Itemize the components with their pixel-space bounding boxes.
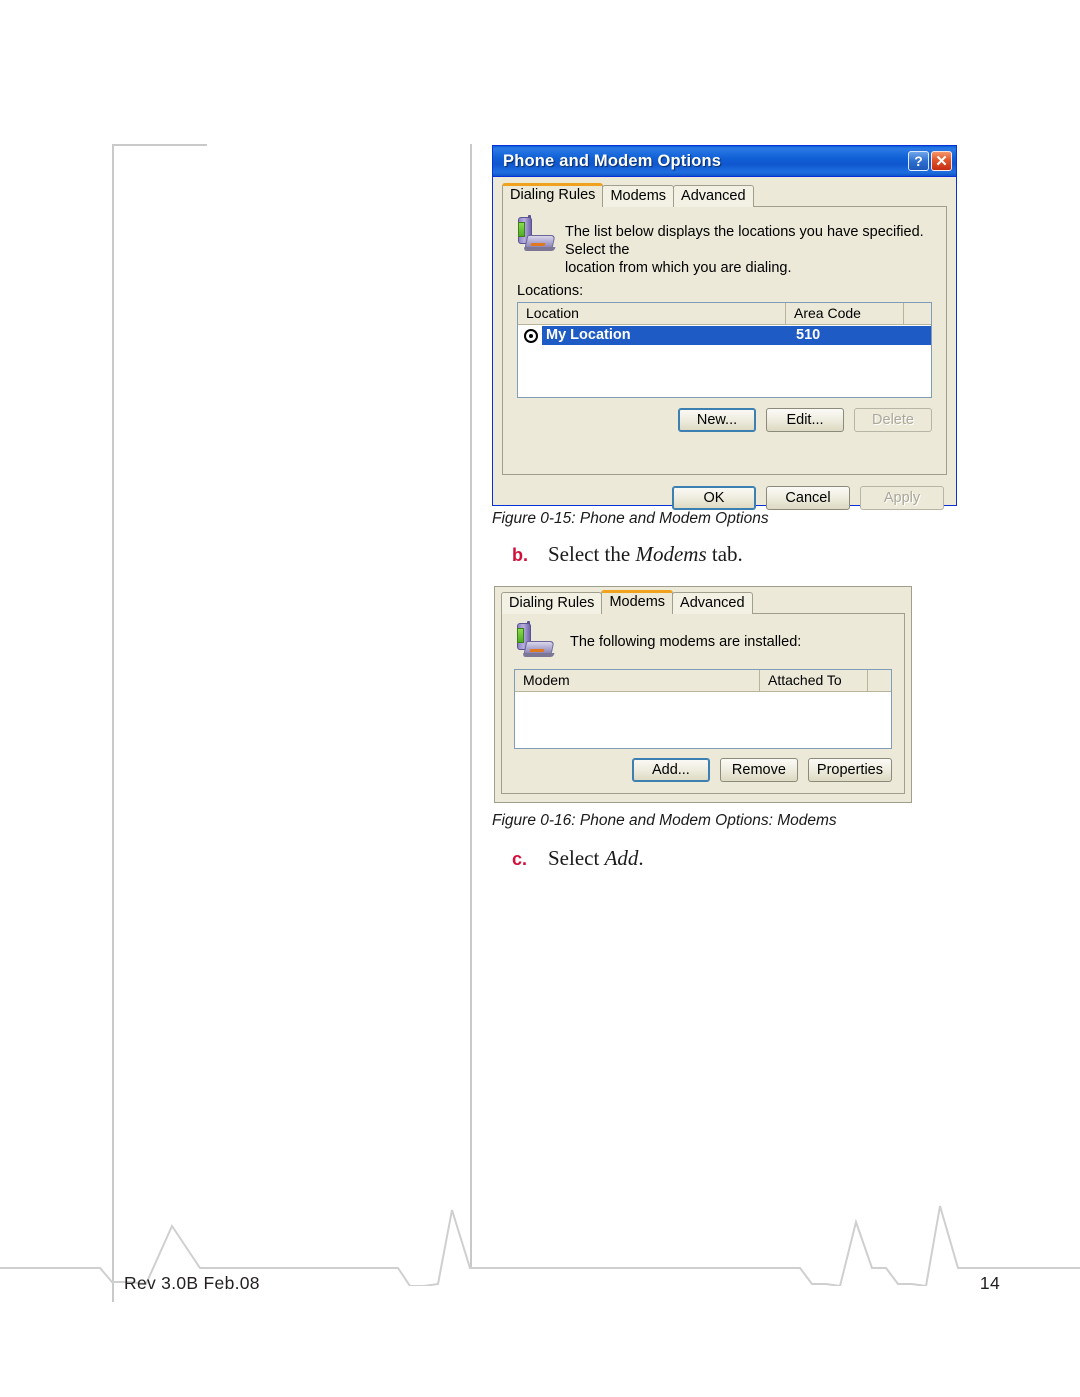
remove-button[interactable]: Remove	[719, 758, 798, 782]
info-text-line-2: location from which you are dialing.	[565, 260, 792, 276]
properties-button[interactable]: Properties	[807, 758, 892, 782]
tab-modems[interactable]: Modems	[602, 185, 675, 207]
modems-list[interactable]: Modem Attached To	[514, 669, 892, 749]
step-b-emphasis: Modems	[635, 542, 707, 566]
locations-label: Locations:	[517, 283, 584, 299]
phone-modem-icon	[515, 215, 556, 255]
locations-list[interactable]: Location Area Code My Location 510	[517, 302, 932, 398]
phone-and-modem-options-dialog[interactable]: Phone and Modem Options ? ✕ Dialing Rule…	[492, 145, 957, 510]
page-frame-top-rule	[112, 144, 207, 146]
tab-modems-2[interactable]: Modems	[601, 590, 674, 614]
phone-modem-icon-2	[514, 621, 555, 661]
delete-button: Delete	[854, 408, 932, 432]
info-text: The list below displays the locations yo…	[555, 217, 934, 277]
modems-list-header: Modem Attached To	[515, 670, 891, 692]
phone-and-modem-options-modems-dialog[interactable]: Dialing Rules Modems Advanced The follow…	[494, 586, 912, 803]
column-header-spacer[interactable]	[904, 303, 931, 324]
step-b-text-before: Select the	[548, 542, 636, 566]
cell-area-code: 510	[796, 327, 821, 343]
location-radio-icon[interactable]	[524, 328, 538, 343]
info-row: The list below displays the locations yo…	[503, 207, 946, 281]
tab-strip: Dialing Rules Modems Advanced	[493, 183, 956, 207]
tab-advanced-2[interactable]: Advanced	[672, 592, 753, 614]
column-header-spacer-2[interactable]	[868, 670, 891, 691]
step-c-text: c. Select Add.	[512, 846, 644, 871]
ok-button[interactable]: OK	[672, 486, 756, 510]
page-frame-left-rule	[112, 144, 114, 1302]
new-button[interactable]: New...	[678, 408, 756, 432]
edit-button[interactable]: Edit...	[766, 408, 844, 432]
close-icon[interactable]: ✕	[931, 151, 952, 171]
step-c-marker: c.	[512, 849, 528, 869]
dialog-title-bar[interactable]: Phone and Modem Options ? ✕	[493, 146, 956, 177]
window-button-group: ? ✕	[908, 151, 952, 171]
table-row-selected[interactable]: My Location 510	[542, 326, 931, 345]
column-header-attached-to[interactable]: Attached To	[760, 670, 868, 691]
tab-dialing-rules[interactable]: Dialing Rules	[502, 183, 604, 207]
step-c-emphasis: Add	[604, 846, 639, 870]
cell-location: My Location	[546, 327, 631, 343]
step-b-text-after: tab.	[706, 542, 743, 566]
figure-caption-0-16: Figure 0-16: Phone and Modem Options: Mo…	[492, 812, 837, 829]
footer-revision: Rev 3.0B Feb.08	[124, 1273, 260, 1293]
tab-dialing-rules-2[interactable]: Dialing Rules	[501, 592, 603, 614]
dialog-title: Phone and Modem Options	[503, 151, 722, 170]
column-header-area-code[interactable]: Area Code	[786, 303, 904, 324]
help-icon-glyph: ?	[914, 153, 923, 169]
info-text-2: The following modems are installed:	[570, 634, 802, 650]
column-header-modem[interactable]: Modem	[515, 670, 760, 691]
info-row-2: The following modems are installed:	[502, 614, 904, 663]
tab-strip-2: Dialing Rules Modems Advanced	[495, 590, 911, 614]
step-b-marker: b.	[512, 545, 528, 565]
figure-caption-0-15: Figure 0-15: Phone and Modem Options	[492, 510, 769, 527]
locations-button-row: New... Edit... Delete	[503, 398, 946, 444]
locations-list-header: Location Area Code	[518, 303, 931, 325]
add-button[interactable]: Add...	[631, 758, 710, 782]
tab-page-modems: The following modems are installed: Mode…	[501, 613, 905, 794]
modems-button-row: Add... Remove Properties	[502, 749, 904, 792]
tab-page-dialing-rules: The list below displays the locations yo…	[502, 206, 947, 475]
help-icon[interactable]: ?	[908, 151, 929, 171]
apply-button: Apply	[860, 486, 944, 510]
info-text-line-1: The list below displays the locations yo…	[565, 224, 924, 258]
step-b-text: b. Select the Modems tab.	[512, 542, 743, 567]
step-c-text-before: Select	[548, 846, 605, 870]
close-icon-glyph: ✕	[935, 152, 948, 170]
footer-page-number: 14	[979, 1273, 1000, 1293]
table-row[interactable]: My Location 510	[518, 325, 931, 346]
step-c-text-after: .	[638, 846, 644, 870]
cancel-button[interactable]: Cancel	[766, 486, 850, 510]
tab-advanced[interactable]: Advanced	[673, 185, 754, 207]
page-column-divider-rule	[470, 144, 472, 1268]
column-header-location[interactable]: Location	[518, 303, 786, 324]
